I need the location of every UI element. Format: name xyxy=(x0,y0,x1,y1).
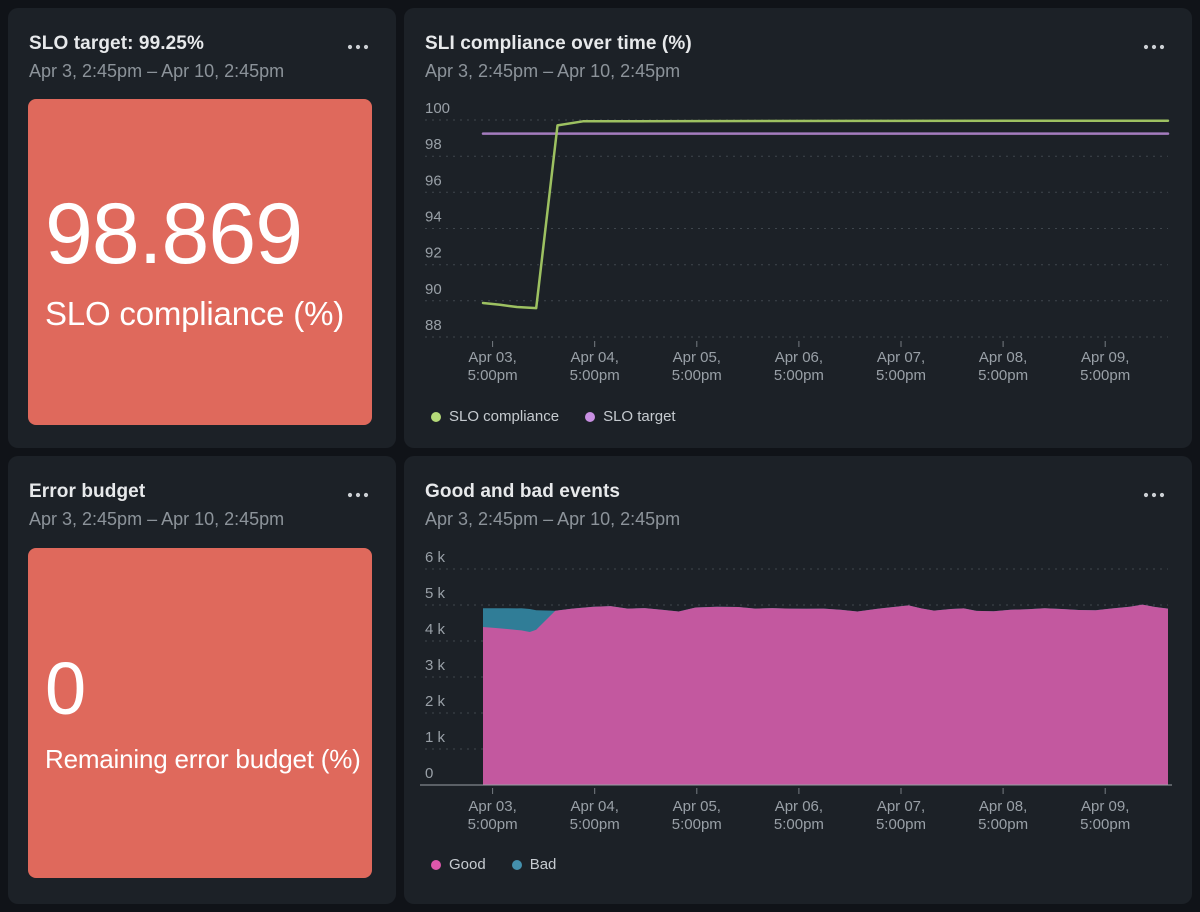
sli-compliance-chart[interactable]: 100 98 96 94 92 90 88 Apr 03,5:00pm Apr 04,5:00p… xyxy=(404,8,1192,448)
panel-title: SLO target: 99.25% xyxy=(29,33,336,55)
chart-legend: SLO compliance SLO target xyxy=(431,408,676,425)
y-axis-tick-label: 4 k xyxy=(425,621,446,638)
legend-label: Bad xyxy=(530,856,557,873)
panel-header: Error budget Apr 3, 2:45pm – Apr 10, 2:4… xyxy=(29,481,336,530)
error-budget-value: 0 xyxy=(45,651,372,726)
y-axis-tick-label: 98 xyxy=(425,136,442,153)
panel-menu-button[interactable] xyxy=(344,38,372,56)
x-axis-tick-label: Apr 05,5:00pm xyxy=(672,798,722,833)
ellipsis-icon xyxy=(347,44,369,50)
x-axis-tick-label: Apr 09,5:00pm xyxy=(1080,349,1130,384)
x-axis-tick-label: Apr 06,5:00pm xyxy=(774,798,824,833)
y-axis-tick-label: 92 xyxy=(425,245,442,262)
panel-title: Error budget xyxy=(29,481,336,503)
y-axis-tick-label: 96 xyxy=(425,172,442,189)
y-axis-tick-label: 1 k xyxy=(425,729,446,746)
legend-dot-icon xyxy=(585,412,595,422)
x-axis-tick-label: Apr 09,5:00pm xyxy=(1080,798,1130,833)
panel-sli-compliance: SLI compliance over time (%) Apr 3, 2:45… xyxy=(404,8,1192,448)
x-axis-tick-label: Apr 03,5:00pm xyxy=(468,349,518,384)
legend-item-good[interactable]: Good xyxy=(431,856,486,873)
panel-time-range: Apr 3, 2:45pm – Apr 10, 2:45pm xyxy=(29,509,336,530)
error-budget-label: Remaining error budget (%) xyxy=(45,744,372,775)
legend-label: SLO target xyxy=(603,408,676,425)
slo-compliance-label: SLO compliance (%) xyxy=(45,295,372,333)
panel-time-range: Apr 3, 2:45pm – Apr 10, 2:45pm xyxy=(29,61,336,82)
x-axis-tick-label: Apr 08,5:00pm xyxy=(978,349,1028,384)
panel-header: SLO target: 99.25% Apr 3, 2:45pm – Apr 1… xyxy=(29,33,336,82)
ellipsis-icon xyxy=(347,492,369,498)
good-bad-events-chart[interactable]: 6 k 5 k 4 k 3 k 2 k 1 k 0 Apr 03,5:00pm Apr 04,5… xyxy=(404,456,1192,904)
legend-label: SLO compliance xyxy=(449,408,559,425)
line-series-slo-compliance xyxy=(483,121,1168,308)
panel-error-budget: Error budget Apr 3, 2:45pm – Apr 10, 2:4… xyxy=(8,456,396,904)
x-axis-tick-label: Apr 06,5:00pm xyxy=(774,349,824,384)
y-axis-tick-label: 3 k xyxy=(425,657,446,674)
x-axis-tick-label: Apr 04,5:00pm xyxy=(570,798,620,833)
y-axis-tick-label: 6 k xyxy=(425,549,446,566)
y-axis-tick-label: 0 xyxy=(425,765,433,782)
x-axis-tick-label: Apr 04,5:00pm xyxy=(570,349,620,384)
slo-dashboard: SLO target: 99.25% Apr 3, 2:45pm – Apr 1… xyxy=(0,0,1200,912)
x-axis-tick-label: Apr 08,5:00pm xyxy=(978,798,1028,833)
slo-compliance-status-card: 98.869 SLO compliance (%) xyxy=(28,99,372,425)
legend-item-slo-compliance[interactable]: SLO compliance xyxy=(431,408,559,425)
legend-dot-icon xyxy=(431,412,441,422)
error-budget-status-card: 0 Remaining error budget (%) xyxy=(28,548,372,878)
area-series-good xyxy=(483,605,1168,785)
y-axis-tick-label: 2 k xyxy=(425,693,446,710)
legend-dot-icon xyxy=(431,860,441,870)
legend-dot-icon xyxy=(512,860,522,870)
y-axis-tick-label: 94 xyxy=(425,209,442,226)
y-axis-tick-label: 100 xyxy=(425,100,450,117)
legend-item-bad[interactable]: Bad xyxy=(512,856,557,873)
panel-menu-button[interactable] xyxy=(344,486,372,504)
legend-item-slo-target[interactable]: SLO target xyxy=(585,408,676,425)
slo-compliance-value: 98.869 xyxy=(45,191,372,279)
y-axis-tick-label: 5 k xyxy=(425,585,446,602)
panel-good-bad-events: Good and bad events Apr 3, 2:45pm – Apr … xyxy=(404,456,1192,904)
x-axis-tick-label: Apr 03,5:00pm xyxy=(468,798,518,833)
panel-slo-target: SLO target: 99.25% Apr 3, 2:45pm – Apr 1… xyxy=(8,8,396,448)
legend-label: Good xyxy=(449,856,486,873)
x-axis-tick-label: Apr 07,5:00pm xyxy=(876,349,926,384)
y-axis-tick-label: 90 xyxy=(425,281,442,298)
chart-legend: Good Bad xyxy=(431,856,556,873)
y-axis-tick-label: 88 xyxy=(425,317,442,334)
x-axis-tick-label: Apr 05,5:00pm xyxy=(672,349,722,384)
x-axis-tick-label: Apr 07,5:00pm xyxy=(876,798,926,833)
